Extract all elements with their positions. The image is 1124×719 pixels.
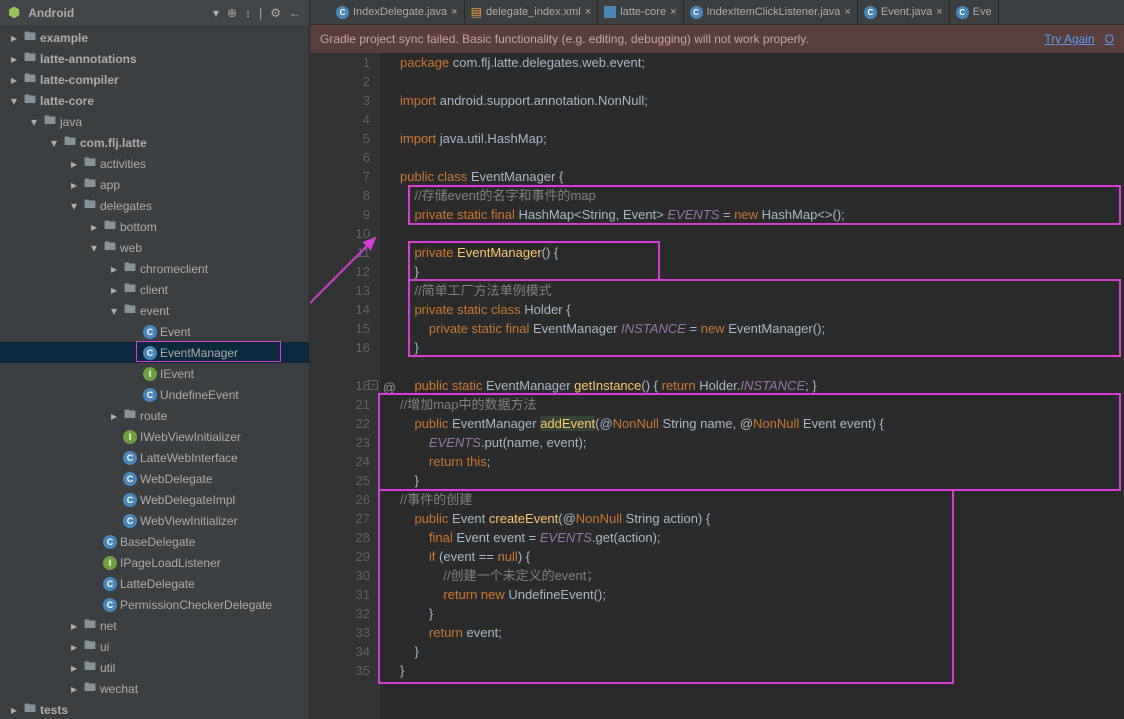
target-icon[interactable]: ⊕ bbox=[227, 6, 237, 20]
pkg-app[interactable]: ▸🖿app bbox=[0, 174, 309, 195]
line-number: 31 bbox=[310, 585, 370, 604]
line-number: 14 bbox=[310, 300, 370, 319]
tab-eventmanager-partial[interactable]: CEve bbox=[950, 0, 999, 24]
module-latte-compiler[interactable]: ▸🖿latte-compiler bbox=[0, 69, 309, 90]
close-icon[interactable]: × bbox=[936, 6, 942, 18]
module-tests[interactable]: ▸🖿tests bbox=[0, 699, 309, 719]
sidebar-title: Android bbox=[28, 6, 205, 20]
pkg-util[interactable]: ▸🖿util bbox=[0, 657, 309, 678]
tab-indexitemclick[interactable]: CIndexItemClickListener.java× bbox=[684, 0, 858, 24]
open-messages-link[interactable]: O bbox=[1105, 32, 1114, 46]
line-number: 26 bbox=[310, 490, 370, 509]
line-number: 1 bbox=[310, 53, 370, 72]
divider-icon: | bbox=[259, 6, 262, 20]
line-number: 35 bbox=[310, 661, 370, 680]
editor-tabs: CIndexDelegate.java× ▤delegate_index.xml… bbox=[310, 0, 1124, 25]
interface-ipageloadlistener[interactable]: IIPageLoadListener bbox=[0, 552, 309, 573]
line-number: 2 bbox=[310, 72, 370, 91]
line-number: 8 bbox=[310, 186, 370, 205]
pkg-wechat[interactable]: ▸🖿wechat bbox=[0, 678, 309, 699]
line-number: 32 bbox=[310, 604, 370, 623]
pkg-ui[interactable]: ▸🖿ui bbox=[0, 636, 309, 657]
line-number: 33 bbox=[310, 623, 370, 642]
pkg-delegates[interactable]: ▾🖿delegates bbox=[0, 195, 309, 216]
main-area: CIndexDelegate.java× ▤delegate_index.xml… bbox=[310, 0, 1124, 719]
close-icon[interactable]: × bbox=[670, 6, 676, 18]
dropdown-icon[interactable]: ▾ bbox=[213, 6, 219, 20]
module-example[interactable]: ▸🖿example bbox=[0, 27, 309, 48]
line-number: 7 bbox=[310, 167, 370, 186]
line-number: 11 bbox=[310, 243, 370, 262]
line-number: 4 bbox=[310, 110, 370, 129]
settings-icon[interactable]: ⚙ bbox=[270, 6, 281, 20]
gradle-sync-bar: Gradle project sync failed. Basic functi… bbox=[310, 25, 1124, 53]
module-latte-annotations[interactable]: ▸🖿latte-annotations bbox=[0, 48, 309, 69]
pkg-event[interactable]: ▾🖿event bbox=[0, 300, 309, 321]
line-number: 24 bbox=[310, 452, 370, 471]
line-number: 9 bbox=[310, 205, 370, 224]
line-number: 6 bbox=[310, 148, 370, 167]
interface-iwebviewinit[interactable]: IIWebViewInitializer bbox=[0, 426, 309, 447]
class-lattewebinterface[interactable]: CLatteWebInterface bbox=[0, 447, 309, 468]
tab-event[interactable]: CEvent.java× bbox=[858, 0, 950, 24]
line-number: 18@+ bbox=[310, 376, 370, 395]
line-number: 10 bbox=[310, 224, 370, 243]
module-latte-core[interactable]: ▾🖿latte-core bbox=[0, 90, 309, 111]
sidebar-header: ⬢ Android ▾ ⊕ ↕ | ⚙ ← bbox=[0, 0, 309, 25]
line-number: 12 bbox=[310, 262, 370, 281]
pkg-bottom[interactable]: ▸🖿bottom bbox=[0, 216, 309, 237]
close-icon[interactable]: × bbox=[451, 6, 457, 18]
line-number: 15 bbox=[310, 319, 370, 338]
class-undefineevent[interactable]: CUndefineEvent bbox=[0, 384, 309, 405]
close-icon[interactable]: × bbox=[844, 6, 850, 18]
try-again-link[interactable]: Try Again bbox=[1044, 32, 1094, 46]
class-webdelegate[interactable]: CWebDelegate bbox=[0, 468, 309, 489]
fold-icon[interactable]: + bbox=[368, 380, 378, 390]
tab-lattecore[interactable]: latte-core× bbox=[598, 0, 683, 24]
line-number: 13 bbox=[310, 281, 370, 300]
pkg-chromeclient[interactable]: ▸🖿chromeclient bbox=[0, 258, 309, 279]
code-editor[interactable]: 1 2 3 4 5 6 7 8 9 10 11 12 13 14 15 16 1… bbox=[310, 53, 1124, 719]
line-number: 22 bbox=[310, 414, 370, 433]
close-icon[interactable]: × bbox=[585, 6, 591, 18]
tab-indexdelegate[interactable]: CIndexDelegate.java× bbox=[330, 0, 465, 24]
sync-message: Gradle project sync failed. Basic functi… bbox=[320, 32, 1034, 46]
line-number: 28 bbox=[310, 528, 370, 547]
sort-icon[interactable]: ↕ bbox=[245, 6, 251, 20]
line-number: 16 bbox=[310, 338, 370, 357]
class-basedelegate[interactable]: CBaseDelegate bbox=[0, 531, 309, 552]
code-content[interactable]: package com.flj.latte.delegates.web.even… bbox=[380, 53, 1124, 719]
line-number: 5 bbox=[310, 129, 370, 148]
line-number: 25 bbox=[310, 471, 370, 490]
line-gutter: 1 2 3 4 5 6 7 8 9 10 11 12 13 14 15 16 1… bbox=[310, 53, 380, 719]
collapse-icon[interactable]: ← bbox=[289, 6, 301, 20]
pkg-client[interactable]: ▸🖿client bbox=[0, 279, 309, 300]
pkg-route[interactable]: ▸🖿route bbox=[0, 405, 309, 426]
class-webviewinitializer[interactable]: CWebViewInitializer bbox=[0, 510, 309, 531]
pkg-web[interactable]: ▾🖿web bbox=[0, 237, 309, 258]
line-number: 29 bbox=[310, 547, 370, 566]
interface-ievent[interactable]: IIEvent bbox=[0, 363, 309, 384]
pkg-net[interactable]: ▸🖿net bbox=[0, 615, 309, 636]
tab-delegateindex-xml[interactable]: ▤delegate_index.xml× bbox=[465, 0, 599, 24]
line-number: 30 bbox=[310, 566, 370, 585]
line-number: 23 bbox=[310, 433, 370, 452]
line-number bbox=[310, 357, 370, 376]
project-sidebar: ⬢ Android ▾ ⊕ ↕ | ⚙ ← ▸🖿example ▸🖿latte-… bbox=[0, 0, 310, 719]
project-tree[interactable]: ▸🖿example ▸🖿latte-annotations ▸🖿latte-co… bbox=[0, 25, 309, 719]
class-lattedelegate[interactable]: CLatteDelegate bbox=[0, 573, 309, 594]
android-icon: ⬢ bbox=[8, 4, 20, 21]
class-webdelegateimpl[interactable]: CWebDelegateImpl bbox=[0, 489, 309, 510]
class-event[interactable]: CEvent bbox=[0, 321, 309, 342]
line-number: 34 bbox=[310, 642, 370, 661]
folder-java[interactable]: ▾🖿java bbox=[0, 111, 309, 132]
pkg-activities[interactable]: ▸🖿activities bbox=[0, 153, 309, 174]
line-number: 27 bbox=[310, 509, 370, 528]
class-permissionchecker[interactable]: CPermissionCheckerDelegate bbox=[0, 594, 309, 615]
package-root[interactable]: ▾🖿com.flj.latte bbox=[0, 132, 309, 153]
line-number: 3 bbox=[310, 91, 370, 110]
class-eventmanager[interactable]: CEventManager bbox=[0, 342, 309, 363]
line-number: 21 bbox=[310, 395, 370, 414]
